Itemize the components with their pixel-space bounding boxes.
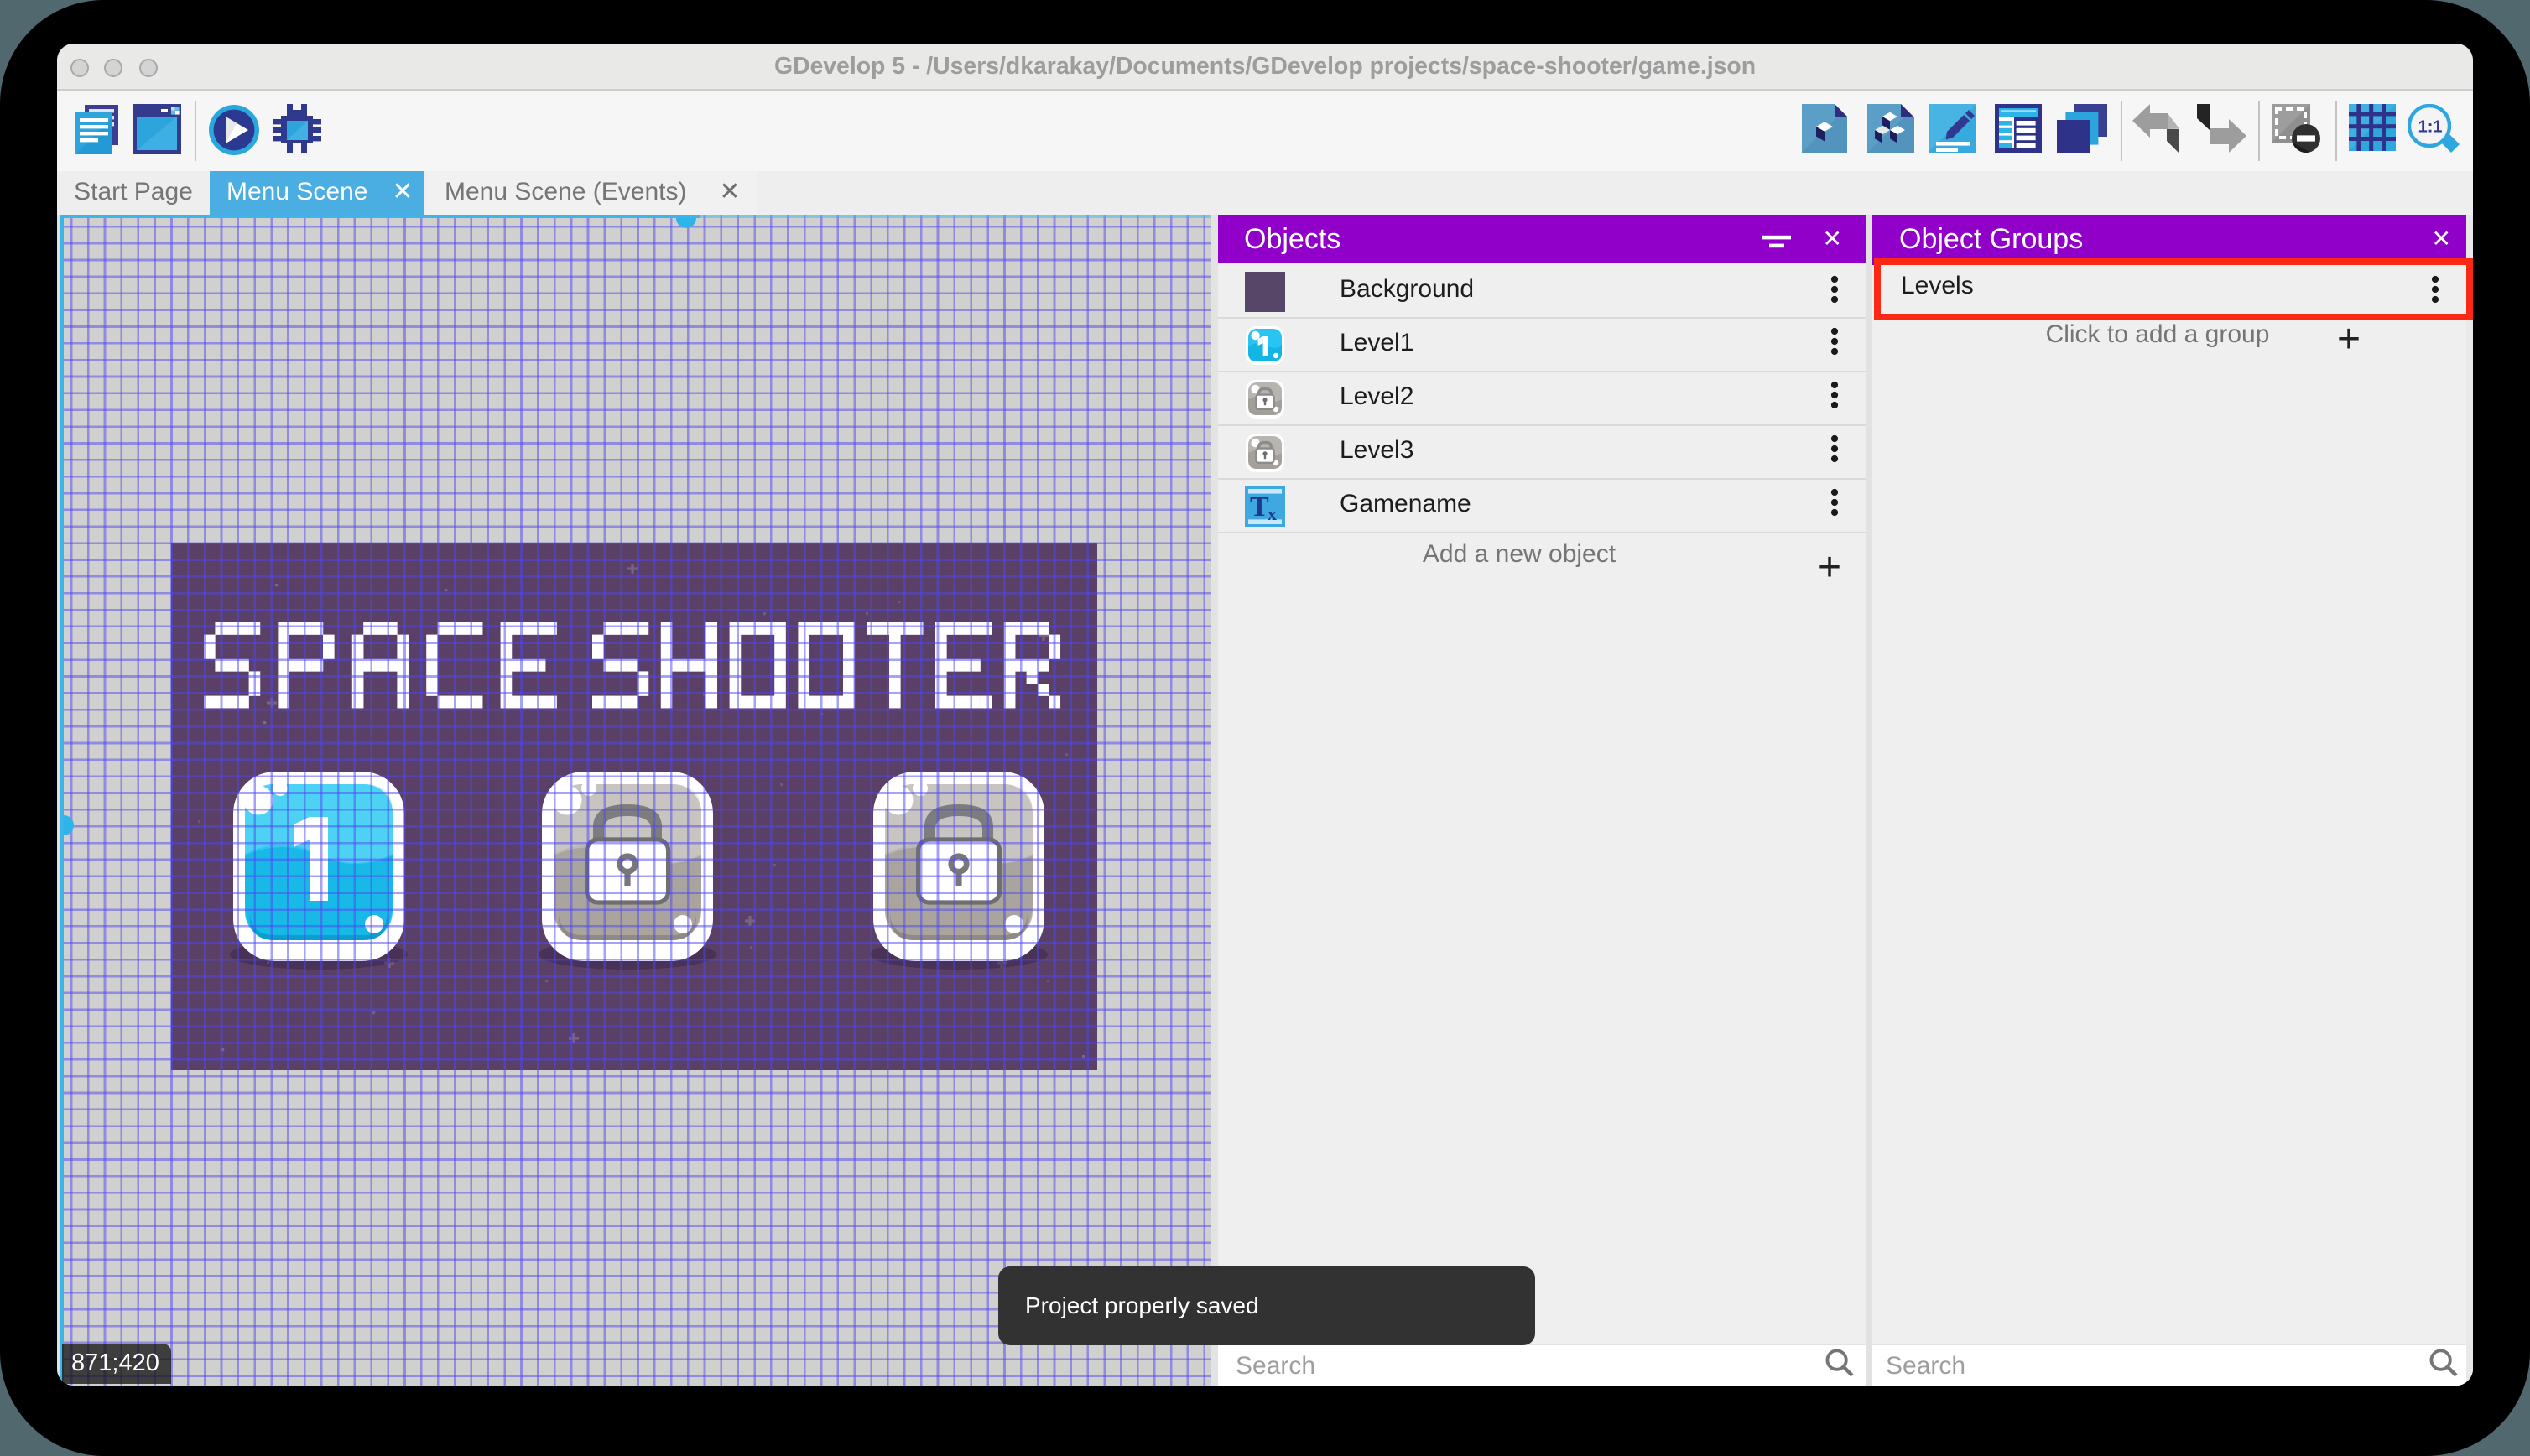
svg-text:x: x: [1268, 504, 1277, 525]
svg-text:1:1: 1:1: [2418, 118, 2443, 137]
svg-text:T: T: [1250, 492, 1269, 523]
